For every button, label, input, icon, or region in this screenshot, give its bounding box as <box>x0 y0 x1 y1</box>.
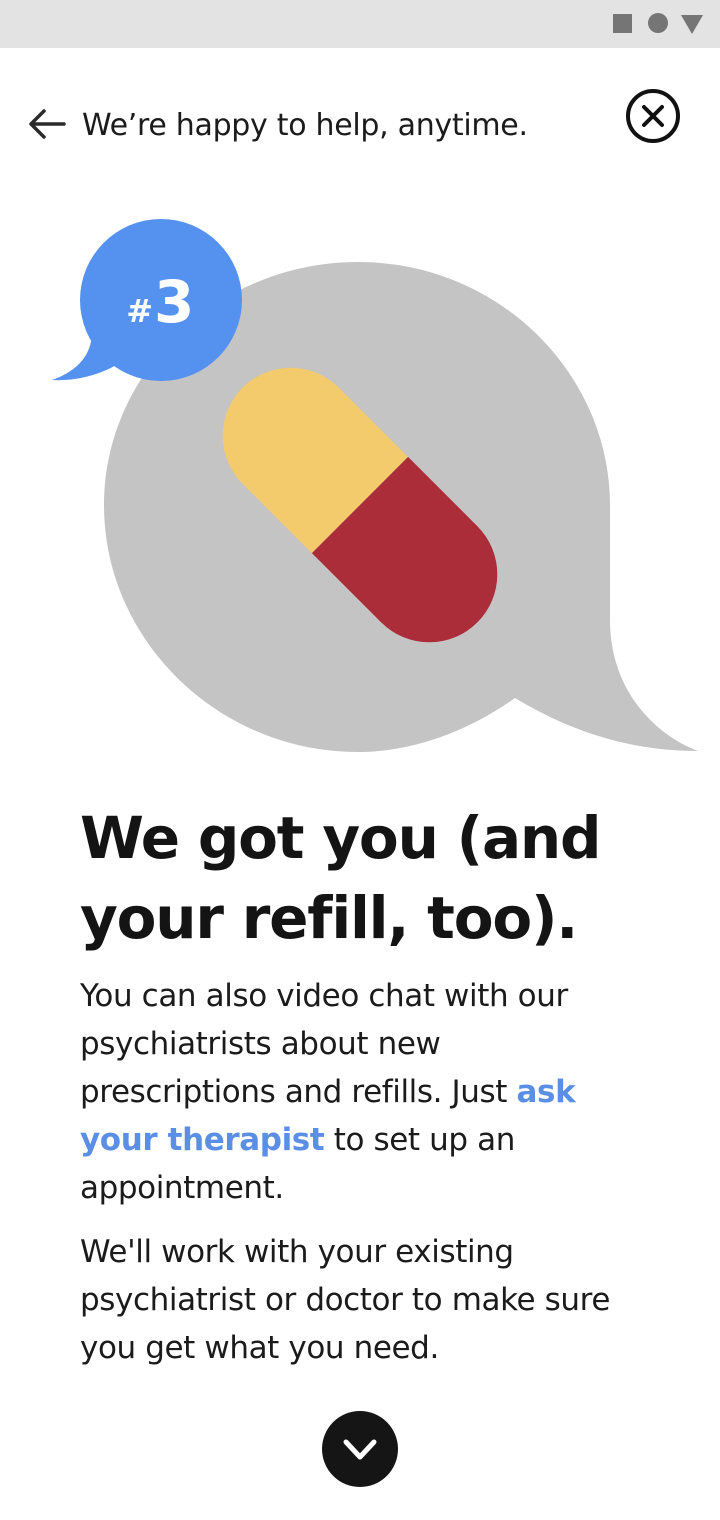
headline-line-1: We got you (and <box>80 804 602 872</box>
chevron-down-icon <box>343 1439 377 1460</box>
next-button[interactable] <box>322 1411 398 1487</box>
screen: We’re happy to help, anytime. # 3 We got… <box>0 0 720 1520</box>
close-button[interactable] <box>623 86 683 146</box>
square-icon <box>613 14 632 33</box>
para1-text-before: You can also video chat with our psychia… <box>80 978 568 1110</box>
description-paragraph-2: We'll work with your existing psychiatri… <box>80 1234 610 1366</box>
step-badge: # 3 <box>52 219 242 381</box>
refill-illustration: # 3 <box>52 219 698 752</box>
badge-number: 3 <box>154 268 194 336</box>
arrow-left-icon <box>29 109 66 139</box>
header-title: We’re happy to help, anytime. <box>82 108 528 143</box>
badge-hash: # <box>126 292 153 330</box>
back-button[interactable] <box>26 106 70 142</box>
circle-icon <box>648 13 668 33</box>
close-circle-icon <box>626 89 680 143</box>
description-paragraph-1: You can also video chat with our psychia… <box>80 972 640 1212</box>
status-bar <box>0 0 720 48</box>
triangle-icon <box>681 15 703 34</box>
header: We’re happy to help, anytime. <box>0 48 720 198</box>
headline-line-2: your refill, too). <box>80 884 578 952</box>
headline: We got you (and your refill, too). <box>80 798 660 958</box>
